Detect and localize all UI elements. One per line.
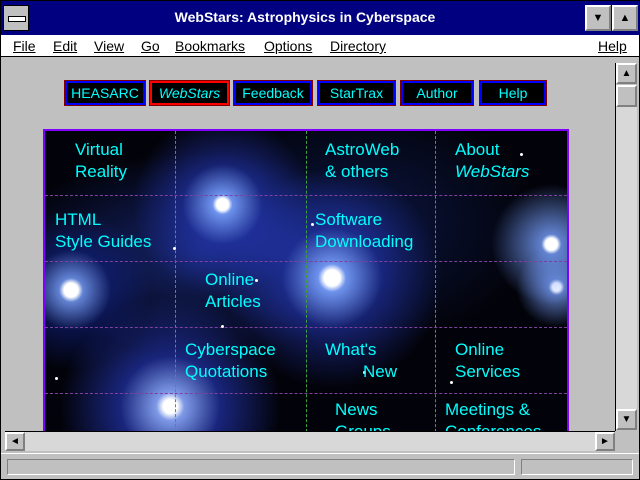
- link-meetings-conferences[interactable]: Meetings & Conferences: [445, 399, 541, 431]
- maximize-button[interactable]: ▲: [612, 5, 638, 31]
- horizontal-scrollbar[interactable]: ◄ ►: [5, 431, 615, 451]
- nav-startrax-button[interactable]: StarTrax: [317, 80, 396, 106]
- status-text-field: [7, 459, 515, 475]
- link-software-downloading[interactable]: Software Downloading: [315, 209, 413, 253]
- menu-bar: File Edit View Go Bookmarks Options Dire…: [1, 35, 639, 57]
- grid-line: [45, 393, 567, 394]
- status-progress-field: [521, 459, 633, 475]
- link-news-groups[interactable]: News Groups: [335, 399, 391, 431]
- menu-directory[interactable]: Directory: [330, 38, 386, 54]
- up-triangle-icon: ▲: [619, 12, 631, 24]
- link-astroweb[interactable]: AstroWeb & others: [325, 139, 399, 183]
- link-online-articles[interactable]: Online Articles: [205, 269, 261, 313]
- menu-go[interactable]: Go: [141, 38, 160, 54]
- vertical-scroll-track[interactable]: [616, 107, 637, 409]
- title-bar: WebStars: Astrophysics in Cyberspace ▼ ▲: [1, 1, 639, 35]
- window-title: WebStars: Astrophysics in Cyberspace: [174, 9, 436, 25]
- nav-author-button[interactable]: Author: [400, 80, 474, 106]
- menu-edit[interactable]: Edit: [53, 38, 77, 54]
- nav-feedback-button[interactable]: Feedback: [233, 80, 313, 106]
- system-menu-icon[interactable]: [3, 5, 29, 31]
- webstars-image-map[interactable]: Virtual Reality AstroWeb & others About …: [43, 129, 569, 431]
- left-arrow-icon: ◄: [10, 436, 20, 447]
- menu-view[interactable]: View: [94, 38, 124, 54]
- grid-line: [306, 131, 307, 431]
- link-about-webstars[interactable]: About WebStars: [455, 139, 529, 183]
- menu-bookmarks[interactable]: Bookmarks: [175, 38, 245, 54]
- star: [173, 247, 176, 250]
- grid-line: [435, 131, 436, 431]
- status-bar: [1, 453, 639, 479]
- star: [450, 381, 453, 384]
- browser-window: WebStars: Astrophysics in Cyberspace ▼ ▲…: [0, 0, 640, 480]
- page-content: HEASARC WebStars Feedback StarTrax Autho…: [5, 63, 615, 431]
- scrollbar-corner: [615, 431, 637, 451]
- menu-help[interactable]: Help: [598, 38, 627, 54]
- up-arrow-icon: ▲: [621, 68, 632, 79]
- down-arrow-icon: ▼: [621, 414, 632, 425]
- down-triangle-icon: ▼: [592, 12, 604, 24]
- star: [221, 325, 224, 328]
- link-html-style-guides[interactable]: HTML Style Guides: [55, 209, 151, 253]
- scroll-down-button[interactable]: ▼: [616, 409, 637, 430]
- nav-webstars-button[interactable]: WebStars: [149, 80, 230, 106]
- vertical-scrollbar[interactable]: ▲ ▼: [615, 63, 637, 431]
- grid-line: [45, 261, 567, 262]
- star: [55, 377, 58, 380]
- grid-line: [175, 131, 176, 431]
- link-whats-new[interactable]: What's New: [325, 339, 397, 383]
- scroll-right-button[interactable]: ►: [595, 432, 615, 451]
- scroll-up-button[interactable]: ▲: [616, 63, 637, 84]
- menu-options[interactable]: Options: [264, 38, 312, 54]
- nav-heasarc-button[interactable]: HEASARC: [64, 80, 146, 106]
- link-cyberspace-quotations[interactable]: Cyberspace Quotations: [185, 339, 276, 383]
- menu-file[interactable]: File: [13, 38, 36, 54]
- star: [311, 223, 314, 226]
- site-nav-bar: HEASARC WebStars Feedback StarTrax Autho…: [5, 80, 615, 107]
- scroll-left-button[interactable]: ◄: [5, 432, 25, 451]
- right-arrow-icon: ►: [600, 436, 610, 447]
- nav-help-button[interactable]: Help: [479, 80, 547, 106]
- link-online-services[interactable]: Online Services: [455, 339, 520, 383]
- vertical-scroll-thumb[interactable]: [616, 85, 637, 107]
- link-virtual-reality[interactable]: Virtual Reality: [75, 139, 127, 183]
- grid-line: [45, 327, 567, 328]
- minimize-button[interactable]: ▼: [585, 5, 611, 31]
- grid-line: [45, 195, 567, 196]
